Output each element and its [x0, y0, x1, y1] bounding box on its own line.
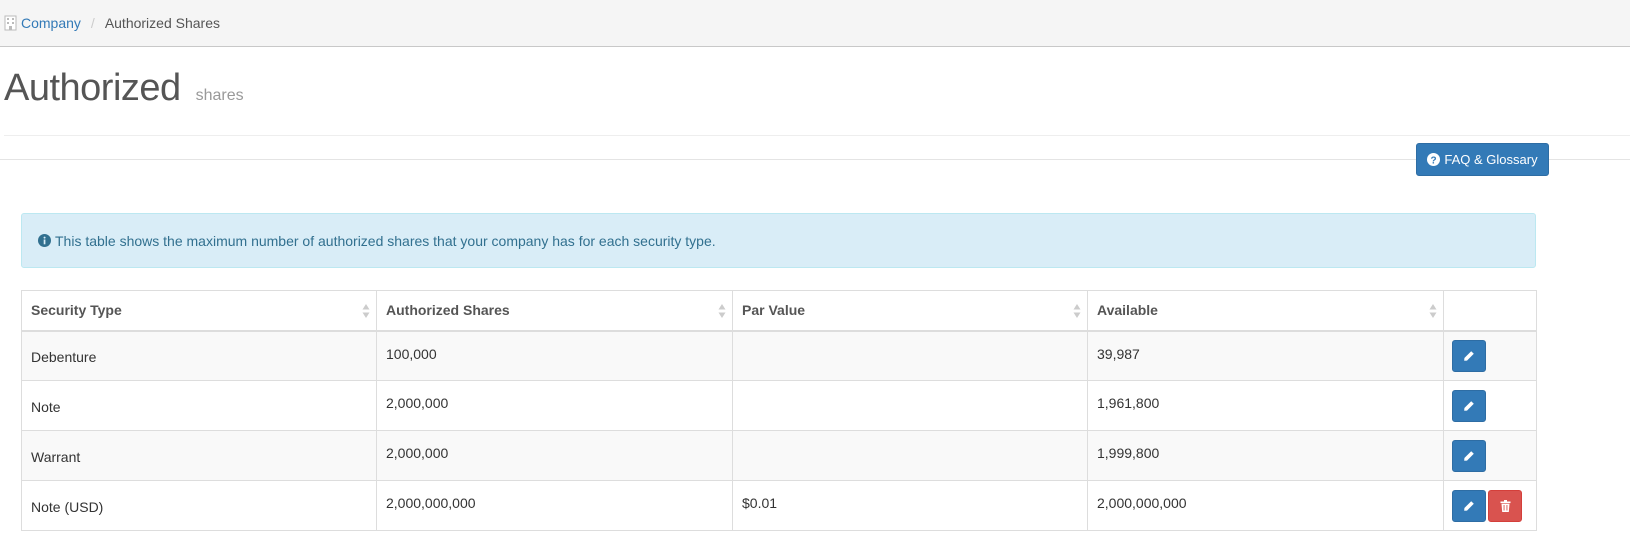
- page-subtitle: shares: [195, 87, 244, 104]
- pencil-icon: [1464, 350, 1474, 361]
- pencil-icon: [1464, 400, 1474, 411]
- cell-par-value: [732, 330, 1088, 381]
- cell-actions: [1443, 330, 1537, 381]
- cell-available: 2,000,000,000: [1087, 480, 1444, 531]
- faq-button-label: FAQ & Glossary: [1444, 152, 1538, 167]
- edit-button[interactable]: [1452, 489, 1486, 522]
- col-header-label: Authorized Shares: [386, 302, 510, 319]
- edit-button[interactable]: [1452, 339, 1486, 372]
- edit-button[interactable]: [1452, 439, 1486, 472]
- page-title-main: Authorized: [4, 67, 181, 109]
- cell-available: 39,987: [1087, 330, 1444, 381]
- faq-glossary-button[interactable]: ? FAQ & Glossary: [1416, 143, 1549, 176]
- info-circle-icon: [38, 234, 51, 247]
- table-row: Note 2,000,000 1,961,800: [21, 380, 1537, 431]
- col-header-actions: [1443, 290, 1537, 332]
- breadcrumb-current: Authorized Shares: [104, 15, 220, 31]
- info-alert-text: This table shows the maximum number of a…: [55, 232, 716, 249]
- cell-actions: [1443, 430, 1537, 481]
- cell-par-value: [732, 430, 1088, 481]
- col-header-authorized-shares[interactable]: Authorized Shares: [376, 290, 733, 332]
- pencil-icon: [1464, 450, 1474, 461]
- page-header: Authorized shares: [0, 47, 1630, 160]
- col-header-label: Security Type: [31, 302, 122, 319]
- cell-authorized-shares: 2,000,000: [376, 430, 733, 481]
- trash-icon: [1500, 499, 1510, 512]
- table-header-row: Security Type Authorized Shares Par Valu…: [21, 290, 1537, 332]
- header-divider: [4, 135, 1630, 136]
- col-header-par-value[interactable]: Par Value: [732, 290, 1088, 332]
- authorized-shares-table: Security Type Authorized Shares Par Valu…: [21, 290, 1537, 531]
- cell-security-type: Note (USD): [21, 480, 377, 531]
- sort-icon: [362, 304, 370, 318]
- section-divider: [0, 159, 1630, 160]
- breadcrumb: Company / Authorized Shares: [0, 0, 1630, 47]
- sort-icon: [1429, 304, 1437, 318]
- cell-par-value: $0.01: [732, 480, 1088, 531]
- cell-available: 1,999,800: [1087, 430, 1444, 481]
- cell-actions: [1443, 380, 1537, 431]
- sort-icon: [1073, 304, 1081, 318]
- question-circle-icon: ?: [1427, 153, 1441, 166]
- cell-security-type: Warrant: [21, 430, 377, 481]
- svg-text:?: ?: [1431, 155, 1437, 166]
- col-header-available[interactable]: Available: [1087, 290, 1444, 332]
- edit-button[interactable]: [1452, 389, 1486, 422]
- cell-authorized-shares: 2,000,000: [376, 380, 733, 431]
- cell-authorized-shares: 100,000: [376, 330, 733, 381]
- sort-icon: [718, 304, 726, 318]
- cell-authorized-shares: 2,000,000,000: [376, 480, 733, 531]
- building-icon: [4, 15, 17, 31]
- delete-button[interactable]: [1488, 489, 1522, 522]
- cell-actions: [1443, 480, 1537, 531]
- cell-security-type: Note: [21, 380, 377, 431]
- table-row: Note (USD) 2,000,000,000 $0.01 2,000,000…: [21, 480, 1537, 531]
- breadcrumb-separator: /: [90, 15, 95, 31]
- pencil-icon: [1464, 500, 1474, 511]
- table-row: Warrant 2,000,000 1,999,800: [21, 430, 1537, 481]
- cell-security-type: Debenture: [21, 330, 377, 381]
- page-title: Authorized shares: [4, 69, 244, 107]
- col-header-security-type[interactable]: Security Type: [21, 290, 377, 332]
- table-row: Debenture 100,000 39,987: [21, 330, 1537, 381]
- col-header-label: Par Value: [742, 302, 806, 319]
- col-header-label: Available: [1097, 302, 1158, 319]
- info-alert: This table shows the maximum number of a…: [21, 213, 1536, 268]
- cell-available: 1,961,800: [1087, 380, 1444, 431]
- breadcrumb-company-link[interactable]: Company: [21, 15, 81, 31]
- cell-par-value: [732, 380, 1088, 431]
